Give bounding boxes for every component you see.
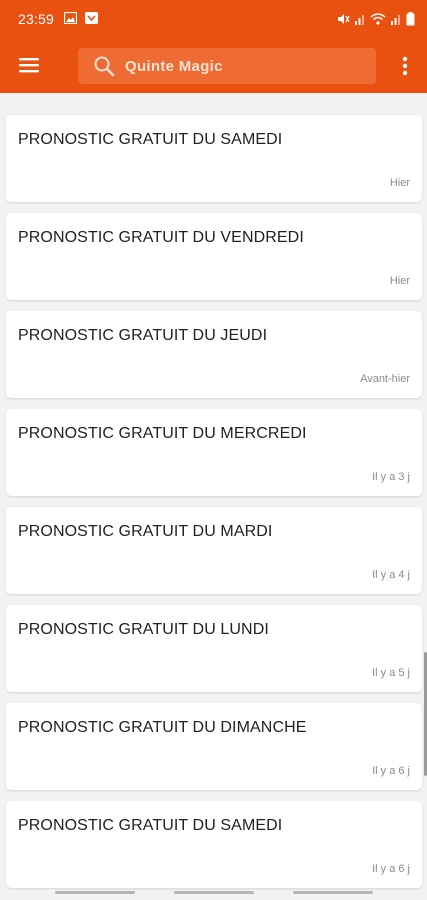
status-time: 23:59 [18, 11, 55, 27]
article-title: PRONOSTIC GRATUIT DU MARDI [18, 523, 273, 540]
mute-icon [338, 14, 350, 24]
article-title: PRONOSTIC GRATUIT DU LUNDI [18, 621, 269, 638]
nav-home-button[interactable] [174, 891, 254, 894]
article-card[interactable]: PRONOSTIC GRATUIT DU JEUDI Avant-hier [6, 311, 422, 398]
article-card[interactable]: PRONOSTIC GRATUIT DU LUNDI Il y a 5 j [6, 605, 422, 692]
article-time: Hier [389, 177, 410, 189]
search-placeholder: Quinte Magic [125, 58, 223, 75]
article-time: Avant-hier [360, 373, 410, 385]
article-card[interactable]: PRONOSTIC GRATUIT DU DIMANCHE Il y a 6 j [6, 703, 422, 790]
article-time: Il y a 3 j [372, 471, 410, 483]
wifi-icon [370, 13, 386, 25]
nav-back-button[interactable] [293, 891, 373, 894]
article-card[interactable]: PRONOSTIC GRATUIT DU MARDI Il y a 4 j [6, 507, 422, 594]
battery-icon [406, 12, 415, 26]
article-card[interactable]: PRONOSTIC GRATUIT DU SAMEDI Il y a 6 j [6, 801, 422, 888]
article-title: PRONOSTIC GRATUIT DU VENDREDI [18, 229, 304, 246]
article-time: Hier [389, 275, 410, 287]
article-time: Il y a 5 j [372, 667, 410, 679]
menu-icon[interactable] [18, 54, 40, 76]
article-card[interactable]: PRONOSTIC GRATUIT DU MERCREDI Il y a 3 j [6, 409, 422, 496]
signal-2-icon [391, 15, 400, 25]
image-icon [64, 12, 77, 24]
status-bar: 23:59 [0, 0, 427, 38]
system-nav-bar [0, 884, 427, 900]
article-card[interactable]: PRONOSTIC GRATUIT DU SAMEDI Hier [6, 115, 422, 202]
article-list[interactable]: PRONOSTIC GRATUIT DU SAMEDI Hier PRONOST… [0, 93, 427, 900]
article-time: Il y a 4 j [372, 569, 410, 581]
article-time: Il y a 6 j [372, 765, 410, 777]
article-time: Il y a 6 j [372, 863, 410, 875]
more-vert-icon[interactable] [395, 54, 415, 78]
article-title: PRONOSTIC GRATUIT DU SAMEDI [18, 817, 283, 834]
toolbar: Quinte Magic [0, 38, 427, 93]
search-input[interactable]: Quinte Magic [78, 48, 376, 84]
signal-icon [355, 15, 364, 25]
article-title: PRONOSTIC GRATUIT DU DIMANCHE [18, 719, 307, 736]
search-icon [94, 56, 115, 77]
app-notification-icon [85, 12, 98, 24]
nav-recents-button[interactable] [55, 891, 135, 894]
article-card[interactable]: PRONOSTIC GRATUIT DU VENDREDI Hier [6, 213, 422, 300]
article-title: PRONOSTIC GRATUIT DU MERCREDI [18, 425, 307, 442]
status-icons-right [336, 11, 415, 27]
app-screen: 23:59 Quinte Magic PRONOSTIC GRATUIT DU … [0, 0, 427, 900]
article-title: PRONOSTIC GRATUIT DU JEUDI [18, 327, 268, 344]
app-bar: 23:59 Quinte Magic [0, 0, 427, 93]
article-title: PRONOSTIC GRATUIT DU SAMEDI [18, 131, 283, 148]
